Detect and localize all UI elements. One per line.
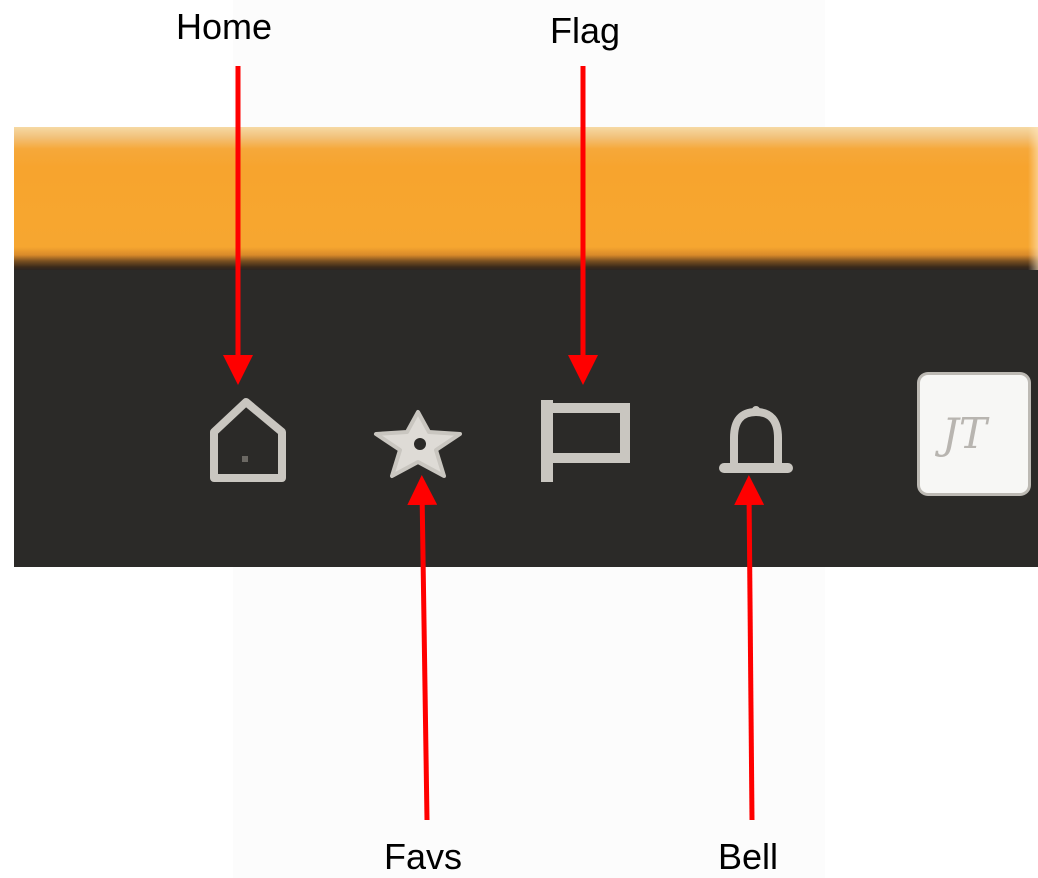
home-icon[interactable]: [206, 396, 296, 486]
avatar[interactable]: JT: [920, 375, 1028, 493]
annotated-screenshot: JT Home Flag Favs Bell: [0, 0, 1038, 878]
orange-header-bar: [14, 127, 1038, 270]
avatar-initials: JT: [942, 409, 987, 458]
label-bell: Bell: [718, 836, 779, 877]
bell-icon[interactable]: [718, 404, 794, 484]
star-icon[interactable]: [370, 408, 466, 480]
header-edge: [1028, 127, 1038, 270]
dark-toolbar: [14, 270, 1038, 567]
label-flag: Flag: [550, 10, 621, 51]
label-favs: Favs: [384, 836, 463, 877]
label-home: Home: [176, 6, 273, 47]
flag-icon[interactable]: [539, 400, 633, 482]
